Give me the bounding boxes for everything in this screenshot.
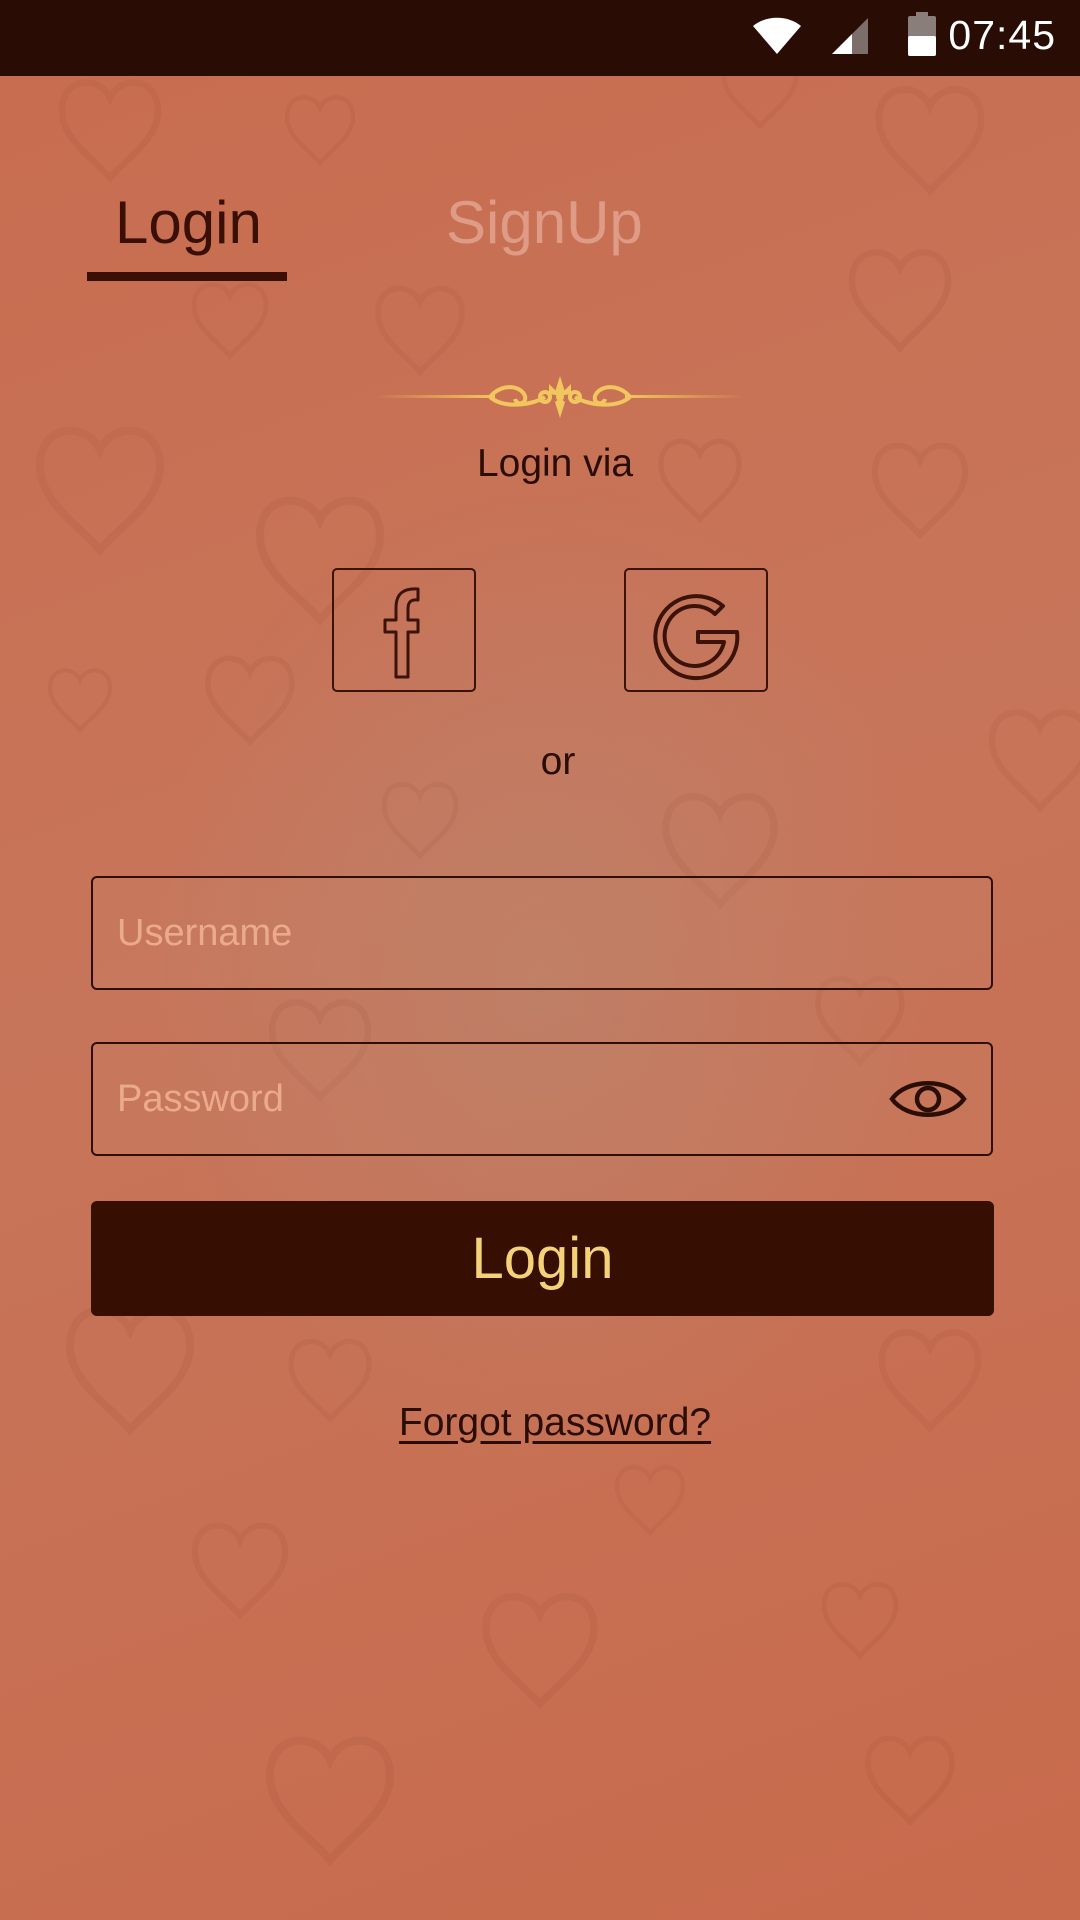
password-input[interactable] bbox=[117, 1044, 897, 1154]
battery-icon bbox=[908, 12, 936, 56]
password-field[interactable] bbox=[91, 1042, 993, 1156]
tab-login[interactable]: Login bbox=[115, 188, 262, 257]
signal-icon bbox=[832, 18, 868, 54]
google-login-button[interactable] bbox=[624, 568, 768, 692]
forgot-password-container: Forgot password? bbox=[0, 1401, 1080, 1445]
or-separator: or bbox=[540, 740, 576, 783]
facebook-login-button[interactable] bbox=[332, 568, 476, 692]
forgot-password-link[interactable]: Forgot password? bbox=[399, 1401, 711, 1444]
gold-ornament-divider bbox=[375, 376, 745, 418]
login-via-label: Login via bbox=[476, 442, 634, 485]
google-icon bbox=[653, 594, 740, 681]
status-time: 07:45 bbox=[948, 12, 1056, 58]
facebook-icon bbox=[383, 587, 420, 679]
username-input[interactable] bbox=[117, 878, 897, 988]
tab-signup[interactable]: SignUp bbox=[446, 188, 643, 257]
status-bar: 07:45 bbox=[0, 0, 1080, 76]
show-password-button[interactable] bbox=[889, 1074, 967, 1124]
login-button[interactable]: Login bbox=[91, 1201, 994, 1316]
login-screen: 07:45 Login SignUp Login via or Username… bbox=[0, 0, 1080, 1920]
eye-icon bbox=[889, 1081, 967, 1117]
active-tab-indicator bbox=[87, 272, 287, 281]
username-field[interactable] bbox=[91, 876, 993, 990]
wifi-icon bbox=[753, 17, 801, 54]
